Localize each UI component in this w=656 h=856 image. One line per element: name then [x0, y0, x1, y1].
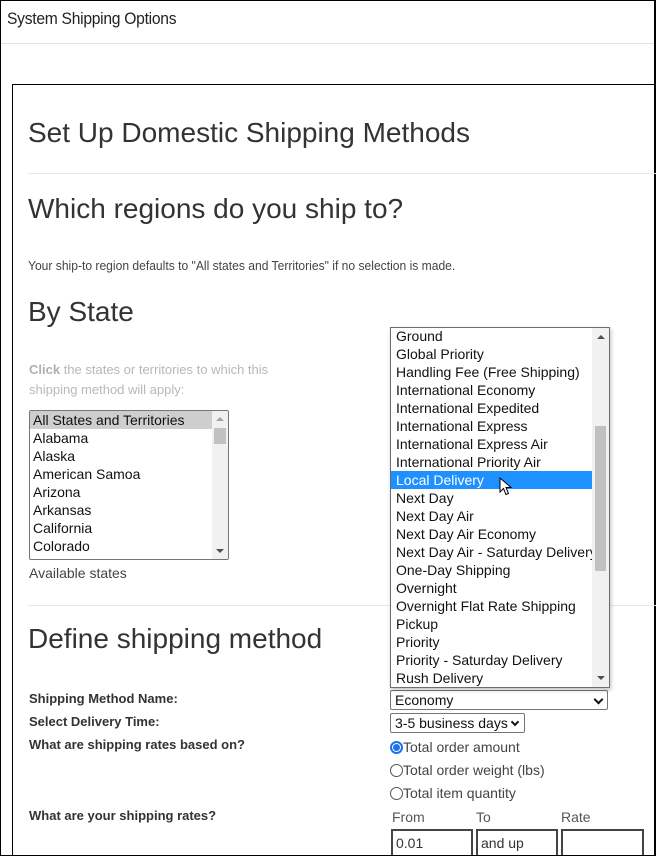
method-option[interactable]: Pickup [391, 615, 593, 633]
rate-amount-input[interactable] [561, 829, 644, 855]
regions-info-text: Your ship-to region defaults to "All sta… [28, 258, 456, 273]
method-option[interactable]: Overnight Flat Rate Shipping [391, 597, 593, 615]
method-name-label: Shipping Method Name: [29, 691, 178, 706]
delivery-time-select[interactable]: 3-5 business days [390, 713, 525, 733]
method-option[interactable]: Next Day Air [391, 507, 593, 525]
method-option[interactable]: Rush Delivery [391, 669, 593, 687]
state-option[interactable]: California [30, 519, 228, 537]
radio-total-item-quantity[interactable]: Total item quantity [390, 785, 516, 801]
mouse-pointer-icon [499, 477, 513, 496]
rate-to-input[interactable] [476, 829, 558, 855]
states-scrollbar[interactable] [212, 411, 228, 559]
radio-button-checked[interactable] [390, 740, 403, 754]
scrollbar-thumb[interactable] [595, 426, 606, 571]
radio-label: Total order weight (lbs) [403, 762, 545, 778]
radio-label: Total item quantity [403, 785, 516, 801]
dropdown-scrollbar[interactable] [592, 328, 609, 687]
radio-label: Total order amount [403, 739, 520, 755]
method-option[interactable]: Priority - Saturday Delivery [391, 651, 593, 669]
method-option[interactable]: One-Day Shipping [391, 561, 593, 579]
hint-bold: Click [29, 362, 61, 377]
window-header: System Shipping Options [1, 1, 654, 44]
method-option[interactable]: Overnight [391, 579, 593, 597]
method-option[interactable]: International Economy [391, 381, 593, 399]
rate-header-to: To [476, 809, 491, 825]
hint-text: the states or territories to which this … [29, 362, 269, 397]
chevron-down-icon [510, 717, 520, 727]
method-option[interactable]: Priority [391, 633, 593, 651]
method-option[interactable]: Handling Fee (Free Shipping) [391, 363, 593, 381]
regions-heading: Which regions do you ship to? [28, 193, 404, 224]
shipping-method-dropdown-list[interactable]: Ground Global Priority Handling Fee (Free … [390, 327, 610, 688]
rate-header-from: From [392, 809, 425, 825]
method-select-value: Economy [395, 692, 454, 708]
radio-button[interactable] [390, 786, 403, 800]
chevron-down-icon [593, 694, 604, 705]
scroll-down-arrow-icon[interactable] [597, 676, 605, 680]
radio-total-order-weight[interactable]: Total order weight (lbs) [390, 762, 545, 778]
state-option[interactable]: Alabama [30, 429, 228, 447]
method-option[interactable]: International Express [391, 417, 593, 435]
state-option[interactable]: Colorado [30, 537, 228, 555]
shipping-method-select[interactable]: Economy [390, 690, 608, 710]
available-states-listbox[interactable]: All States and Territories Alabama Alaska A… [29, 410, 229, 560]
rate-header-rate: Rate [561, 809, 591, 825]
method-option[interactable]: Next Day Air - Saturday Delivery [391, 543, 597, 561]
state-option[interactable]: All States and Territories [30, 411, 228, 429]
radio-button[interactable] [390, 763, 403, 777]
divider [28, 173, 656, 174]
method-option[interactable]: Ground [391, 328, 593, 345]
method-option[interactable]: Next Day Air Economy [391, 525, 593, 543]
state-option[interactable]: Connecticut [30, 555, 228, 559]
states-hint: Click the states or territories to which… [29, 360, 289, 400]
scroll-down-arrow-icon[interactable] [216, 549, 224, 553]
window-title: System Shipping Options [7, 9, 177, 28]
rate-from-input[interactable] [391, 829, 473, 855]
delivery-select-value: 3-5 business days [395, 715, 508, 731]
method-option[interactable]: International Priority Air [391, 453, 593, 471]
radio-total-order-amount[interactable]: Total order amount [390, 739, 520, 755]
state-option[interactable]: Arkansas [30, 501, 228, 519]
scroll-up-arrow-icon[interactable] [597, 335, 605, 339]
method-option[interactable]: Local Delivery [391, 471, 593, 489]
scrollbar-thumb[interactable] [214, 428, 226, 444]
method-option[interactable]: Global Priority [391, 345, 593, 363]
method-option[interactable]: International Expedited [391, 399, 593, 417]
by-state-heading: By State [28, 296, 134, 327]
available-states-label: Available states [29, 565, 127, 581]
shipping-rates-label: What are your shipping rates? [29, 808, 217, 823]
page-title: Set Up Domestic Shipping Methods [28, 117, 470, 148]
method-option[interactable]: International Express Air [391, 435, 593, 453]
state-option[interactable]: American Samoa [30, 465, 228, 483]
scroll-up-arrow-icon[interactable] [216, 417, 224, 421]
delivery-time-label: Select Delivery Time: [29, 714, 160, 729]
state-option[interactable]: Alaska [30, 447, 228, 465]
define-method-heading: Define shipping method [28, 623, 323, 654]
method-option[interactable]: Next Day [391, 489, 593, 507]
state-option[interactable]: Arizona [30, 483, 228, 501]
rates-based-label: What are shipping rates based on? [29, 737, 245, 752]
